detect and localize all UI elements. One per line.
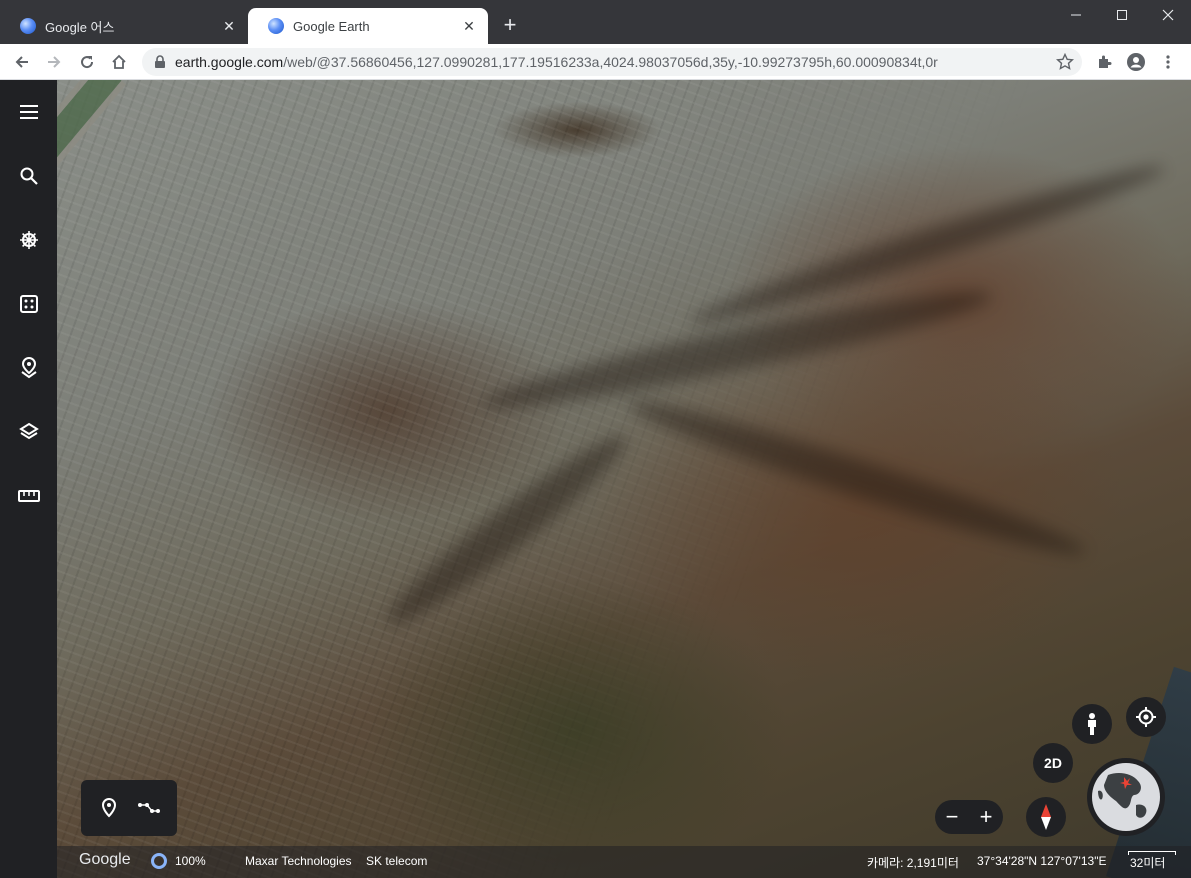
load-percent: 100% bbox=[175, 854, 206, 868]
left-navigation-rail bbox=[0, 80, 57, 878]
globe-icon bbox=[1092, 763, 1160, 831]
drawing-tools bbox=[81, 780, 177, 836]
maximize-button[interactable] bbox=[1099, 0, 1145, 30]
path-icon bbox=[138, 803, 160, 813]
mini-globe[interactable] bbox=[1087, 758, 1165, 836]
zoom-in-button[interactable]: + bbox=[969, 800, 1003, 834]
compass-icon bbox=[1041, 804, 1051, 830]
close-tab-icon[interactable]: ✕ bbox=[460, 17, 478, 35]
tab-google-earth[interactable]: Google Earth ✕ bbox=[248, 8, 488, 44]
feeling-lucky-button[interactable] bbox=[13, 288, 45, 320]
projects-icon bbox=[21, 357, 37, 379]
google-logo: Google bbox=[79, 851, 131, 868]
camera-altitude: 카메라: 2,191미터 bbox=[867, 856, 959, 870]
tab-title: Google Earth bbox=[293, 18, 370, 34]
coordinates-readout: 37°34'28"N 127°07'13"E bbox=[977, 854, 1107, 868]
close-tab-icon[interactable]: ✕ bbox=[220, 17, 238, 35]
url-text: earth.google.com/web/@37.56860456,127.09… bbox=[175, 54, 938, 70]
view-mode-toggle[interactable]: 2D bbox=[1033, 743, 1073, 783]
close-icon bbox=[1162, 9, 1174, 21]
profile-icon bbox=[1127, 53, 1145, 71]
google-earth-favicon-icon bbox=[268, 18, 284, 34]
extensions-button[interactable] bbox=[1090, 48, 1118, 76]
search-icon bbox=[20, 167, 38, 185]
voyager-button[interactable] bbox=[13, 224, 45, 256]
zoom-out-button[interactable]: − bbox=[935, 800, 969, 834]
minimize-button[interactable] bbox=[1053, 0, 1099, 30]
close-window-button[interactable] bbox=[1145, 0, 1191, 30]
lock-icon bbox=[155, 55, 165, 68]
star-icon[interactable] bbox=[1056, 53, 1074, 71]
profile-button[interactable] bbox=[1122, 48, 1150, 76]
measure-button[interactable] bbox=[13, 480, 45, 512]
url-host: earth.google.com bbox=[175, 54, 284, 70]
street-view-button[interactable] bbox=[1072, 704, 1112, 744]
my-location-icon bbox=[1136, 707, 1156, 727]
projects-button[interactable] bbox=[13, 352, 45, 384]
map-style-button[interactable] bbox=[13, 416, 45, 448]
reload-button[interactable] bbox=[73, 48, 101, 76]
forward-button[interactable] bbox=[40, 48, 68, 76]
measure-icon bbox=[18, 490, 40, 502]
zoom-controls: − + bbox=[935, 800, 1003, 834]
menu-button[interactable] bbox=[13, 96, 45, 128]
address-bar[interactable]: earth.google.com/web/@37.56860456,127.09… bbox=[142, 48, 1082, 76]
add-placemark-button[interactable] bbox=[95, 794, 123, 822]
voyager-icon bbox=[20, 231, 38, 249]
my-location-button[interactable] bbox=[1126, 697, 1166, 737]
placemark-icon bbox=[101, 798, 117, 818]
more-menu-button[interactable] bbox=[1154, 48, 1182, 76]
tab-strip: Google 어스 ✕ Google Earth ✕ + bbox=[0, 0, 1191, 44]
minimize-icon bbox=[1071, 14, 1081, 16]
random-icon bbox=[20, 295, 38, 313]
scale-label: 32미터 bbox=[1130, 856, 1166, 870]
loading-indicator-icon bbox=[151, 853, 167, 869]
tab-google-earth-korean[interactable]: Google 어스 ✕ bbox=[0, 8, 248, 44]
status-bar: Google 100% Maxar Technologies SK teleco… bbox=[57, 846, 1191, 878]
search-button[interactable] bbox=[13, 160, 45, 192]
home-icon bbox=[112, 54, 126, 69]
tab-title: Google 어스 bbox=[45, 19, 115, 35]
back-icon bbox=[15, 56, 28, 68]
reload-icon bbox=[81, 56, 94, 69]
menu-icon bbox=[20, 105, 38, 119]
forward-icon bbox=[48, 56, 61, 68]
maximize-icon bbox=[1117, 10, 1127, 20]
map-style-icon bbox=[19, 422, 39, 440]
url-path: /web/@37.56860456,127.0990281,177.195162… bbox=[283, 54, 938, 70]
pegman-icon bbox=[1088, 713, 1096, 735]
new-tab-button[interactable]: + bbox=[498, 14, 522, 38]
imagery-credit[interactable]: Maxar Technologies bbox=[245, 854, 352, 868]
imagery-credit[interactable]: SK telecom bbox=[366, 854, 427, 868]
home-button[interactable] bbox=[105, 48, 133, 76]
google-earth-favicon-icon bbox=[20, 18, 36, 34]
compass-button[interactable] bbox=[1026, 797, 1066, 837]
extensions-icon bbox=[1099, 55, 1112, 68]
browser-toolbar: earth.google.com/web/@37.56860456,127.09… bbox=[0, 44, 1191, 80]
back-button[interactable] bbox=[8, 48, 36, 76]
more-icon bbox=[1166, 55, 1170, 69]
earth-map-view[interactable] bbox=[57, 80, 1191, 878]
draw-path-button[interactable] bbox=[135, 794, 163, 822]
